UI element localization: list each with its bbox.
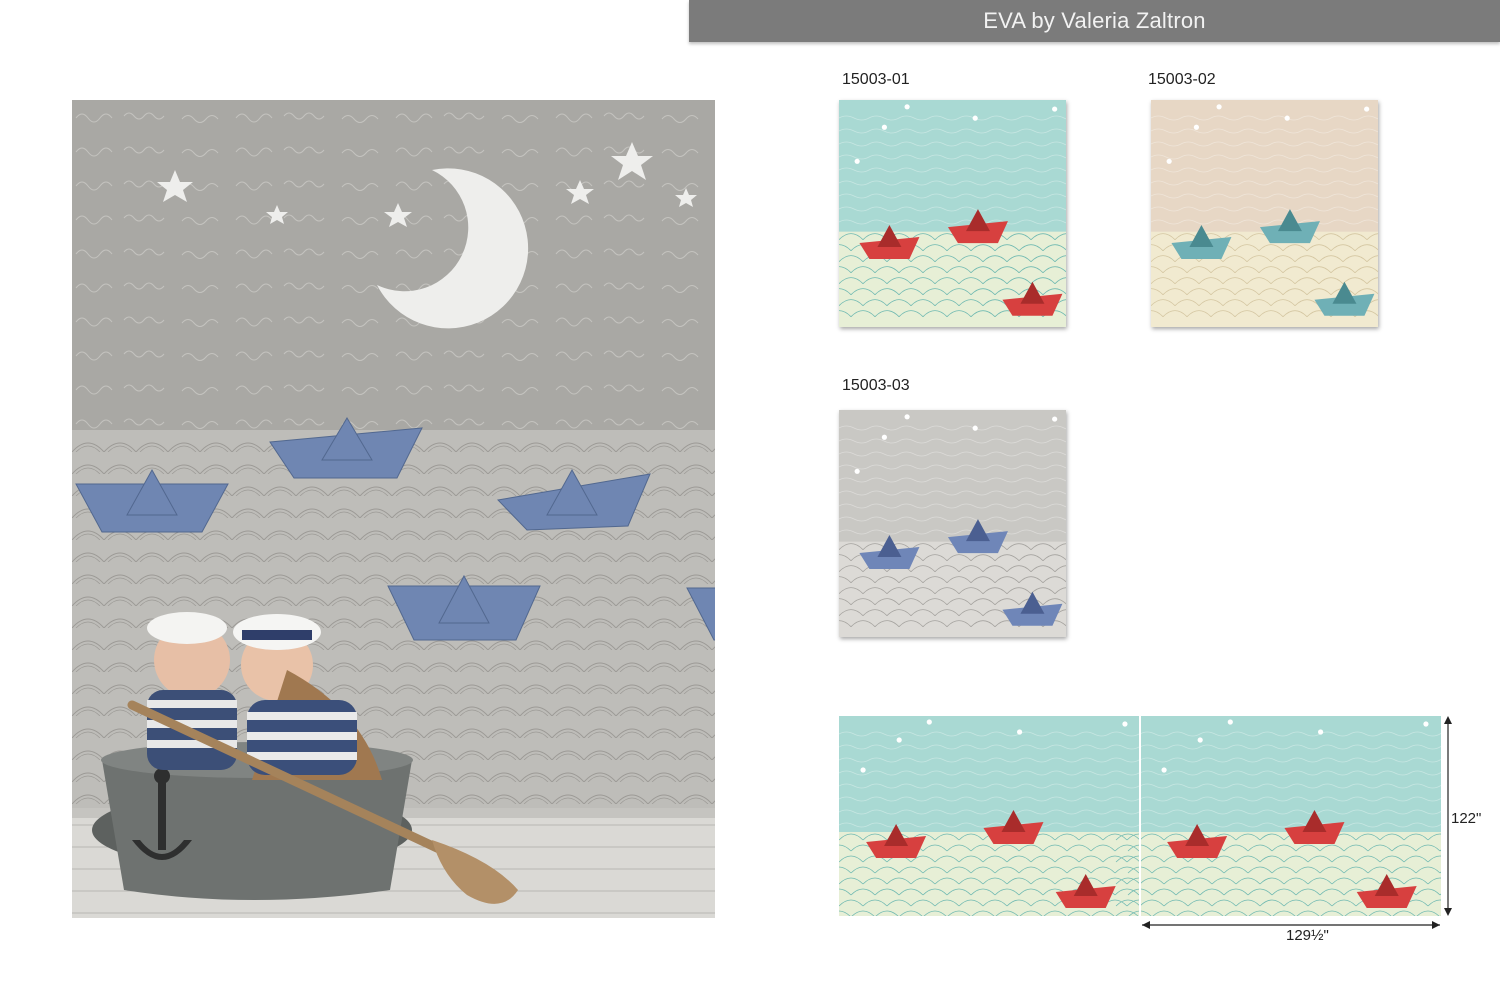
- variant-swatch-03[interactable]: [839, 410, 1066, 637]
- header-banner: EVA by Valeria Zaltron: [689, 0, 1500, 42]
- variant-code-03: 15003-03: [842, 377, 910, 394]
- dimension-arrows: [1142, 716, 1452, 929]
- swatch-artwork: [1151, 100, 1378, 327]
- panel-left-artwork: [839, 716, 1188, 916]
- variant-swatch-01[interactable]: [839, 100, 1066, 327]
- variant-swatch-02[interactable]: [1151, 100, 1378, 327]
- variant-code-02: 15003-02: [1148, 71, 1216, 88]
- collection-title: EVA by Valeria Zaltron: [983, 8, 1206, 33]
- height-dimension-label: 122": [1451, 810, 1482, 827]
- room-scene-image: [72, 100, 715, 918]
- width-dimension-label: 129½": [1286, 927, 1329, 944]
- swatch-artwork: [839, 100, 1066, 327]
- variant-code-01: 15003-01: [842, 71, 910, 88]
- swatch-artwork: [839, 410, 1066, 637]
